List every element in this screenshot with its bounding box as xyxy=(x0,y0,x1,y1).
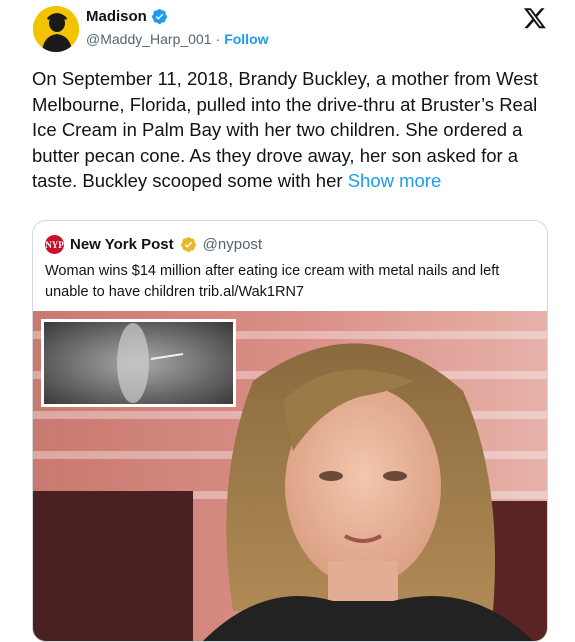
gold-verified-badge-icon xyxy=(180,237,196,252)
photo-woman-interview xyxy=(33,311,547,641)
separator-dot: · xyxy=(215,31,221,47)
show-more-link[interactable]: Show more xyxy=(348,170,442,191)
follow-button[interactable]: Follow xyxy=(224,31,268,47)
tweet-text: On September 11, 2018, Brandy Buckley, a… xyxy=(32,66,557,194)
quoted-text: Woman wins $14 million after eating ice … xyxy=(45,263,500,300)
quoted-tweet[interactable]: NYP New York Post @nypost Woman wins $14… xyxy=(32,220,548,642)
author-avatar[interactable] xyxy=(33,6,79,52)
verified-badge-icon xyxy=(151,9,167,24)
quoted-author-name[interactable]: New York Post xyxy=(70,236,174,253)
nypost-logo-icon: NYP xyxy=(45,235,64,254)
quoted-author-handle[interactable]: @nypost xyxy=(203,236,262,253)
author-name[interactable]: Madison xyxy=(86,8,147,25)
silhouette-icon xyxy=(33,6,79,52)
author-handle[interactable]: @Maddy_Harp_001 xyxy=(86,31,212,47)
x-logo-icon[interactable] xyxy=(523,6,547,30)
tweet-body: On September 11, 2018, Brandy Buckley, a… xyxy=(32,68,538,191)
tweet-card: Madison @Maddy_Harp_001 · Follow On Sept… xyxy=(0,0,575,642)
quoted-media-photo[interactable] xyxy=(33,311,547,641)
